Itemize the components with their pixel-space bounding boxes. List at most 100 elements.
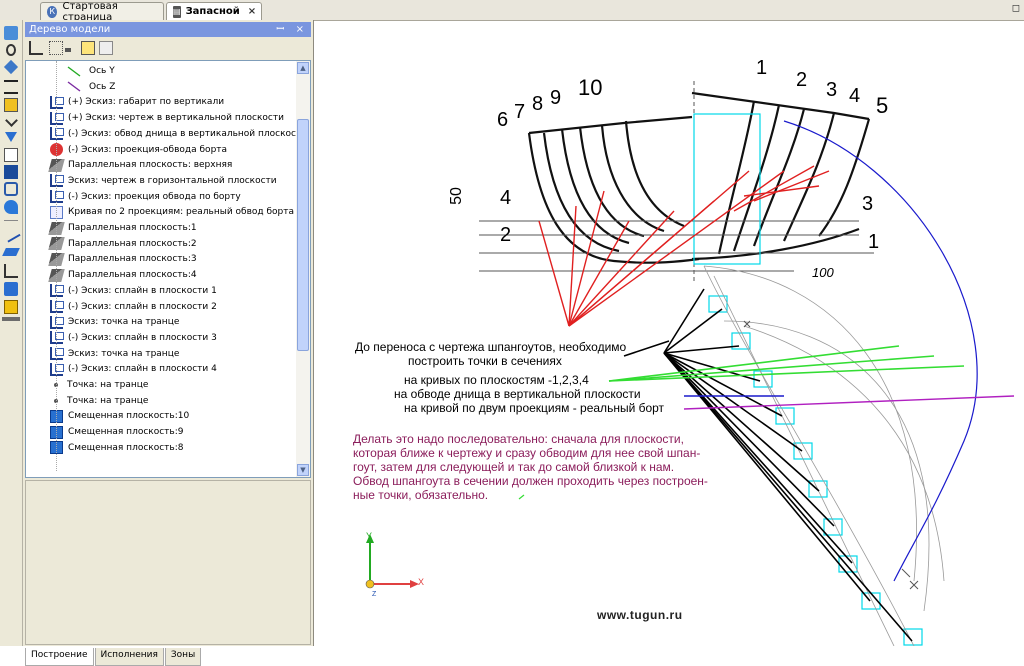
- tree-item[interactable]: Кривая по 2 проекциям: реальный обвод бо…: [50, 204, 294, 220]
- scroll-up-icon[interactable]: ▲: [297, 62, 309, 74]
- watermark: www.tugun.ru: [597, 608, 683, 622]
- note-line-4: Обвод шпангоута в сечении должен проходи…: [353, 474, 708, 488]
- tab-executions[interactable]: Исполнения: [94, 648, 164, 666]
- solid-icon[interactable]: [4, 300, 18, 314]
- plane-tool-icon[interactable]: [2, 248, 20, 256]
- tree-view-icon[interactable]: [49, 41, 63, 55]
- tree-item[interactable]: (-) Эскиз: сплайн в плоскости 2: [50, 299, 217, 315]
- body-plan-drawing: [527, 91, 871, 264]
- tree-item[interactable]: Эскиз: чертеж в горизонтальной плоскости: [50, 173, 277, 189]
- tree-item[interactable]: Параллельная плоскость: верхняя: [48, 157, 233, 173]
- tab-construction[interactable]: Построение: [25, 648, 94, 666]
- tree-item[interactable]: Ось Y: [66, 63, 115, 79]
- frame-icon[interactable]: [4, 165, 18, 179]
- tree-item[interactable]: (-) Эскиз: сплайн в плоскости 3: [50, 330, 217, 346]
- tree-item-label: (+) Эскиз: чертеж в вертикальной плоскос…: [68, 113, 284, 124]
- rotate-icon[interactable]: [4, 200, 18, 214]
- tree-scrollbar[interactable]: ▲ ▼: [296, 61, 310, 477]
- waterline-label-1: 1: [868, 231, 880, 253]
- tree-item-label: (-) Эскиз: сплайн в плоскости 4: [68, 364, 217, 375]
- tree-item-label: Параллельная плоскость: верхняя: [68, 160, 233, 171]
- tree-item[interactable]: Смещенная плоскость:8: [50, 440, 183, 456]
- frame-number-8: 8: [532, 93, 544, 115]
- annotation-line-2: построить точки в сечениях: [408, 354, 562, 368]
- dimension-icon[interactable]: [4, 80, 18, 94]
- tree-item[interactable]: Точка: на транце: [50, 377, 148, 393]
- axis-y-icon: [66, 65, 84, 78]
- scroll-down-icon[interactable]: ▼: [297, 464, 309, 476]
- dimension-50: 50: [447, 187, 465, 205]
- tree-item[interactable]: Эскиз: точка на транце: [50, 346, 179, 362]
- note-line-5: ные точки, обязательно.: [353, 488, 489, 502]
- panel-title-buttons[interactable]: ꟷ ×: [276, 22, 308, 37]
- frame-number-5: 5: [876, 93, 889, 118]
- green-tick: [518, 494, 525, 500]
- tree-item-label: Кривая по 2 проекциям: реальный обвод бо…: [68, 207, 295, 218]
- list-view-icon[interactable]: [81, 41, 95, 55]
- tree-item-label: Параллельная плоскость:3: [68, 254, 197, 265]
- selected-tool-icon[interactable]: [4, 98, 18, 112]
- dropdown-arrow-icon[interactable]: [65, 48, 71, 52]
- tree-item-label: (-) Эскиз: сплайн в плоскости 2: [68, 301, 217, 312]
- properties-area: [25, 480, 311, 645]
- tree-item-label: Точка: на транце: [67, 380, 149, 390]
- tree-item-label: Точка: на транце: [67, 395, 149, 406]
- tree-item[interactable]: (-) Эскиз: обвод днища в вертикальной пл…: [50, 126, 307, 142]
- note-line-1: Делать это надо последовательно: сначала…: [353, 432, 684, 446]
- tree-item[interactable]: (-) Эскиз: сплайн в плоскости 1: [50, 283, 217, 299]
- tree-item-label: (-) Эскиз: проекция обвода по борту: [68, 191, 241, 202]
- tree-item[interactable]: (-) Эскиз: проекция-обвода борта: [50, 142, 227, 158]
- tree-item[interactable]: Параллельная плоскость:4: [48, 267, 197, 283]
- drawing-canvas[interactable]: 6 7 8 9 10 1 2 3 4 5 4 2 3 1 50 100 До п…: [314, 21, 1024, 646]
- axis-tool-icon[interactable]: [4, 264, 18, 278]
- tree-item[interactable]: (-) Эскиз: проекция обвода по борту: [50, 189, 241, 205]
- panel-title: Дерево модели: [29, 24, 111, 35]
- frame-number-3: 3: [826, 79, 838, 101]
- tree-guide-line: [56, 61, 57, 471]
- tree-item-label: Ось Y: [89, 66, 115, 76]
- document-view-icon[interactable]: [4, 148, 18, 162]
- window-restore-icon[interactable]: ◻: [1012, 3, 1020, 14]
- construction-curves: [703, 265, 945, 646]
- axis-z-label: Z: [372, 591, 377, 598]
- geometry-icon[interactable]: [4, 26, 18, 40]
- tree-item[interactable]: Параллельная плоскость:3: [48, 251, 197, 267]
- home-icon: К: [47, 5, 58, 18]
- surface-icon[interactable]: [4, 282, 18, 296]
- line-icon[interactable]: [1, 223, 21, 243]
- details-view-icon[interactable]: [99, 41, 113, 55]
- scroll-thumb[interactable]: [297, 119, 309, 351]
- tree-item-label: (+) Эскиз: габарит по вертикали: [68, 97, 225, 108]
- annotation-line-3: на кривых по плоскостям -1,2,3,4: [404, 373, 589, 387]
- tree-item[interactable]: (-) Эскиз: сплайн в плоскости 4: [50, 361, 217, 377]
- spiral-icon[interactable]: [6, 44, 16, 56]
- tab-zones[interactable]: Зоны: [164, 648, 202, 666]
- tree-item[interactable]: Параллельная плоскость:1: [48, 220, 197, 236]
- tree-item[interactable]: Смещенная плоскость:9: [50, 424, 183, 440]
- shape-icon[interactable]: [3, 59, 19, 75]
- angle-icon[interactable]: [5, 114, 18, 127]
- axis-x-label: X: [418, 577, 425, 587]
- waterline-label-3: 3: [862, 193, 874, 215]
- tree-item-label: (-) Эскиз: обвод днища в вертикальной пл…: [68, 128, 308, 139]
- tab-start-page[interactable]: К Стартовая страница: [40, 1, 164, 23]
- filter-icon[interactable]: [5, 132, 17, 142]
- tree-item[interactable]: Смещенная плоскость:10: [50, 408, 189, 424]
- tree-structure-icon[interactable]: [29, 41, 43, 55]
- red-leader-lines: [538, 165, 830, 327]
- waterline-label-4: 4: [500, 187, 512, 209]
- tree-item[interactable]: Ось Z: [66, 79, 115, 95]
- tree-item[interactable]: Эскиз: точка на транце: [50, 314, 179, 330]
- tab-reserve[interactable]: ▤ Запасной ×: [166, 2, 262, 20]
- tree-item-label: (-) Эскиз: проекция-обвода борта: [68, 144, 228, 155]
- tree-item[interactable]: Точка: на транце: [50, 393, 148, 409]
- frame-number-9: 9: [550, 87, 562, 109]
- frame-number-7: 7: [514, 101, 526, 123]
- toolbar-divider: [4, 220, 18, 221]
- dimension-100: 100: [812, 265, 834, 280]
- close-tab-icon[interactable]: ×: [248, 6, 256, 17]
- tree-item[interactable]: Параллельная плоскость:2: [48, 236, 197, 252]
- tree-item[interactable]: (+) Эскиз: чертеж в вертикальной плоскос…: [50, 110, 284, 126]
- link-icon[interactable]: [4, 182, 18, 196]
- tree-item[interactable]: (+) Эскиз: габарит по вертикали: [50, 94, 224, 110]
